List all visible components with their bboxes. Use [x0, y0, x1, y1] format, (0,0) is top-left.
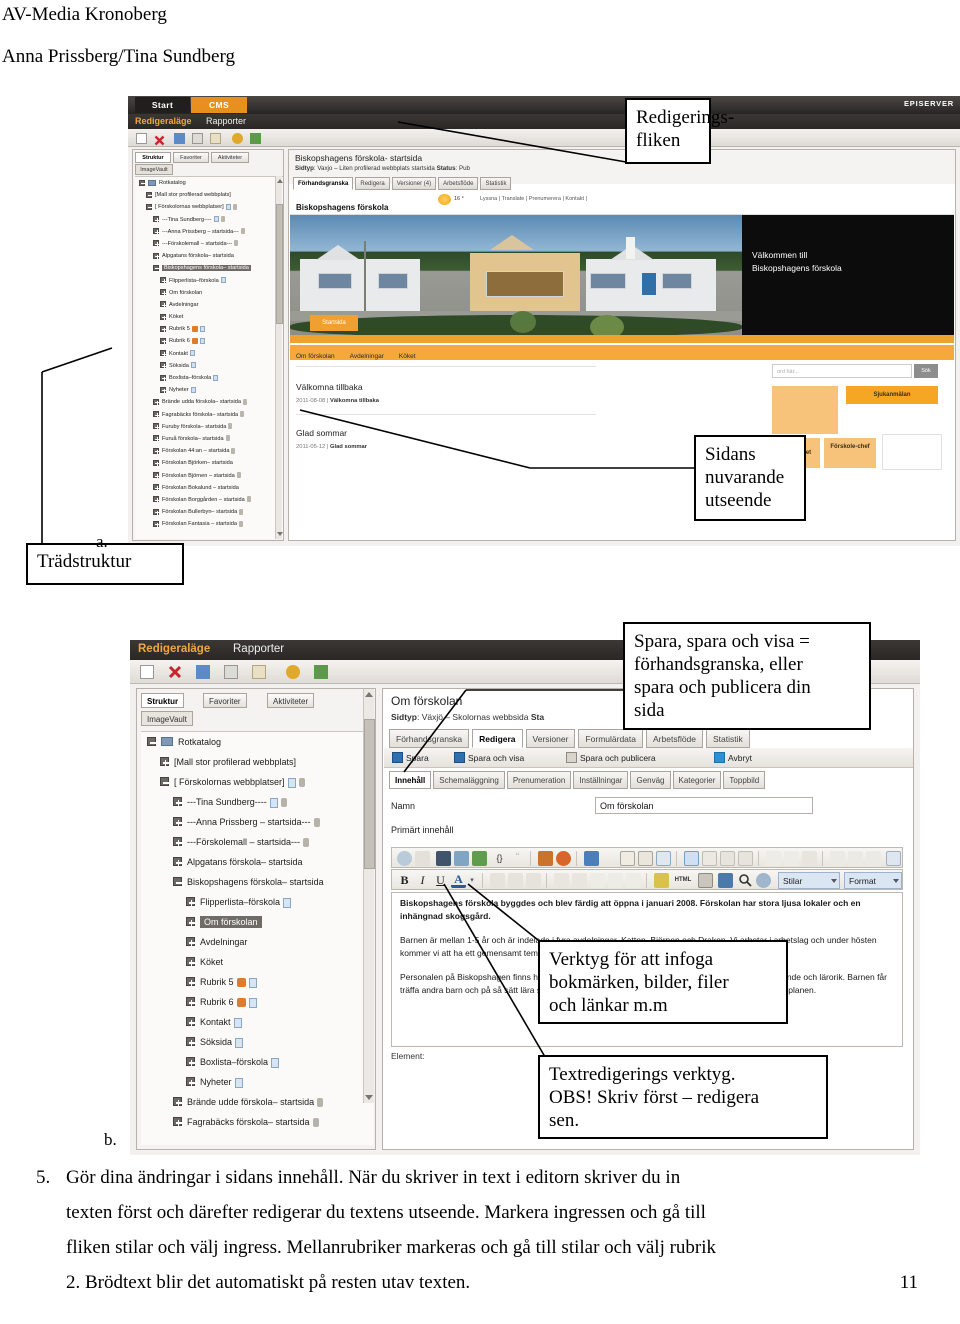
callout-current-look-line-2: nuvarande: [705, 467, 785, 488]
callout-insert-tools-line-2: bokmärken, bilder, filer: [549, 972, 729, 993]
callout-save-info-line-1: Spara, spara och visa =: [634, 631, 810, 652]
callout-insert-tools-line-3: och länkar m.m: [549, 995, 668, 1016]
callout-tree-structure-text: Trädstruktur: [37, 551, 132, 572]
callout-insert-tools: Verktyg för att infoga bokmärken, bilder…: [538, 940, 788, 1024]
callout-text-tools-line-2: OBS! Skriv först – redigera: [549, 1087, 760, 1108]
marker-b: b.: [104, 1130, 117, 1149]
callout-save-info-line-2: förhandsgranska, eller: [634, 654, 803, 675]
callout-editing-tab-line-1: Redigerings-: [636, 107, 735, 128]
callout-editing-tab: Redigerings- fliken: [625, 98, 735, 164]
marker-a: a.: [96, 532, 108, 551]
callout-current-look-line-3: utseende: [705, 490, 772, 511]
callout-editing-tab-line-2: fliken: [636, 130, 681, 151]
callout-text-tools-line-1: Textredigerings verktyg.: [549, 1064, 736, 1085]
callout-save-info-line-4: sida: [634, 700, 665, 721]
callout-text-tools-line-3: sen.: [549, 1110, 580, 1131]
callout-save-info-line-3: spara och publicera din: [634, 677, 811, 698]
callout-current-look-line-1: Sidans: [705, 444, 756, 465]
callout-text-tools: Textredigerings verktyg. OBS! Skriv förs…: [538, 1055, 828, 1139]
callout-save-info: Spara, spara och visa = förhandsgranska,…: [623, 622, 871, 730]
callout-current-look: Sidans nuvarande utseende: [694, 435, 806, 521]
callout-insert-tools-line-1: Verktyg för att infoga: [549, 949, 714, 970]
